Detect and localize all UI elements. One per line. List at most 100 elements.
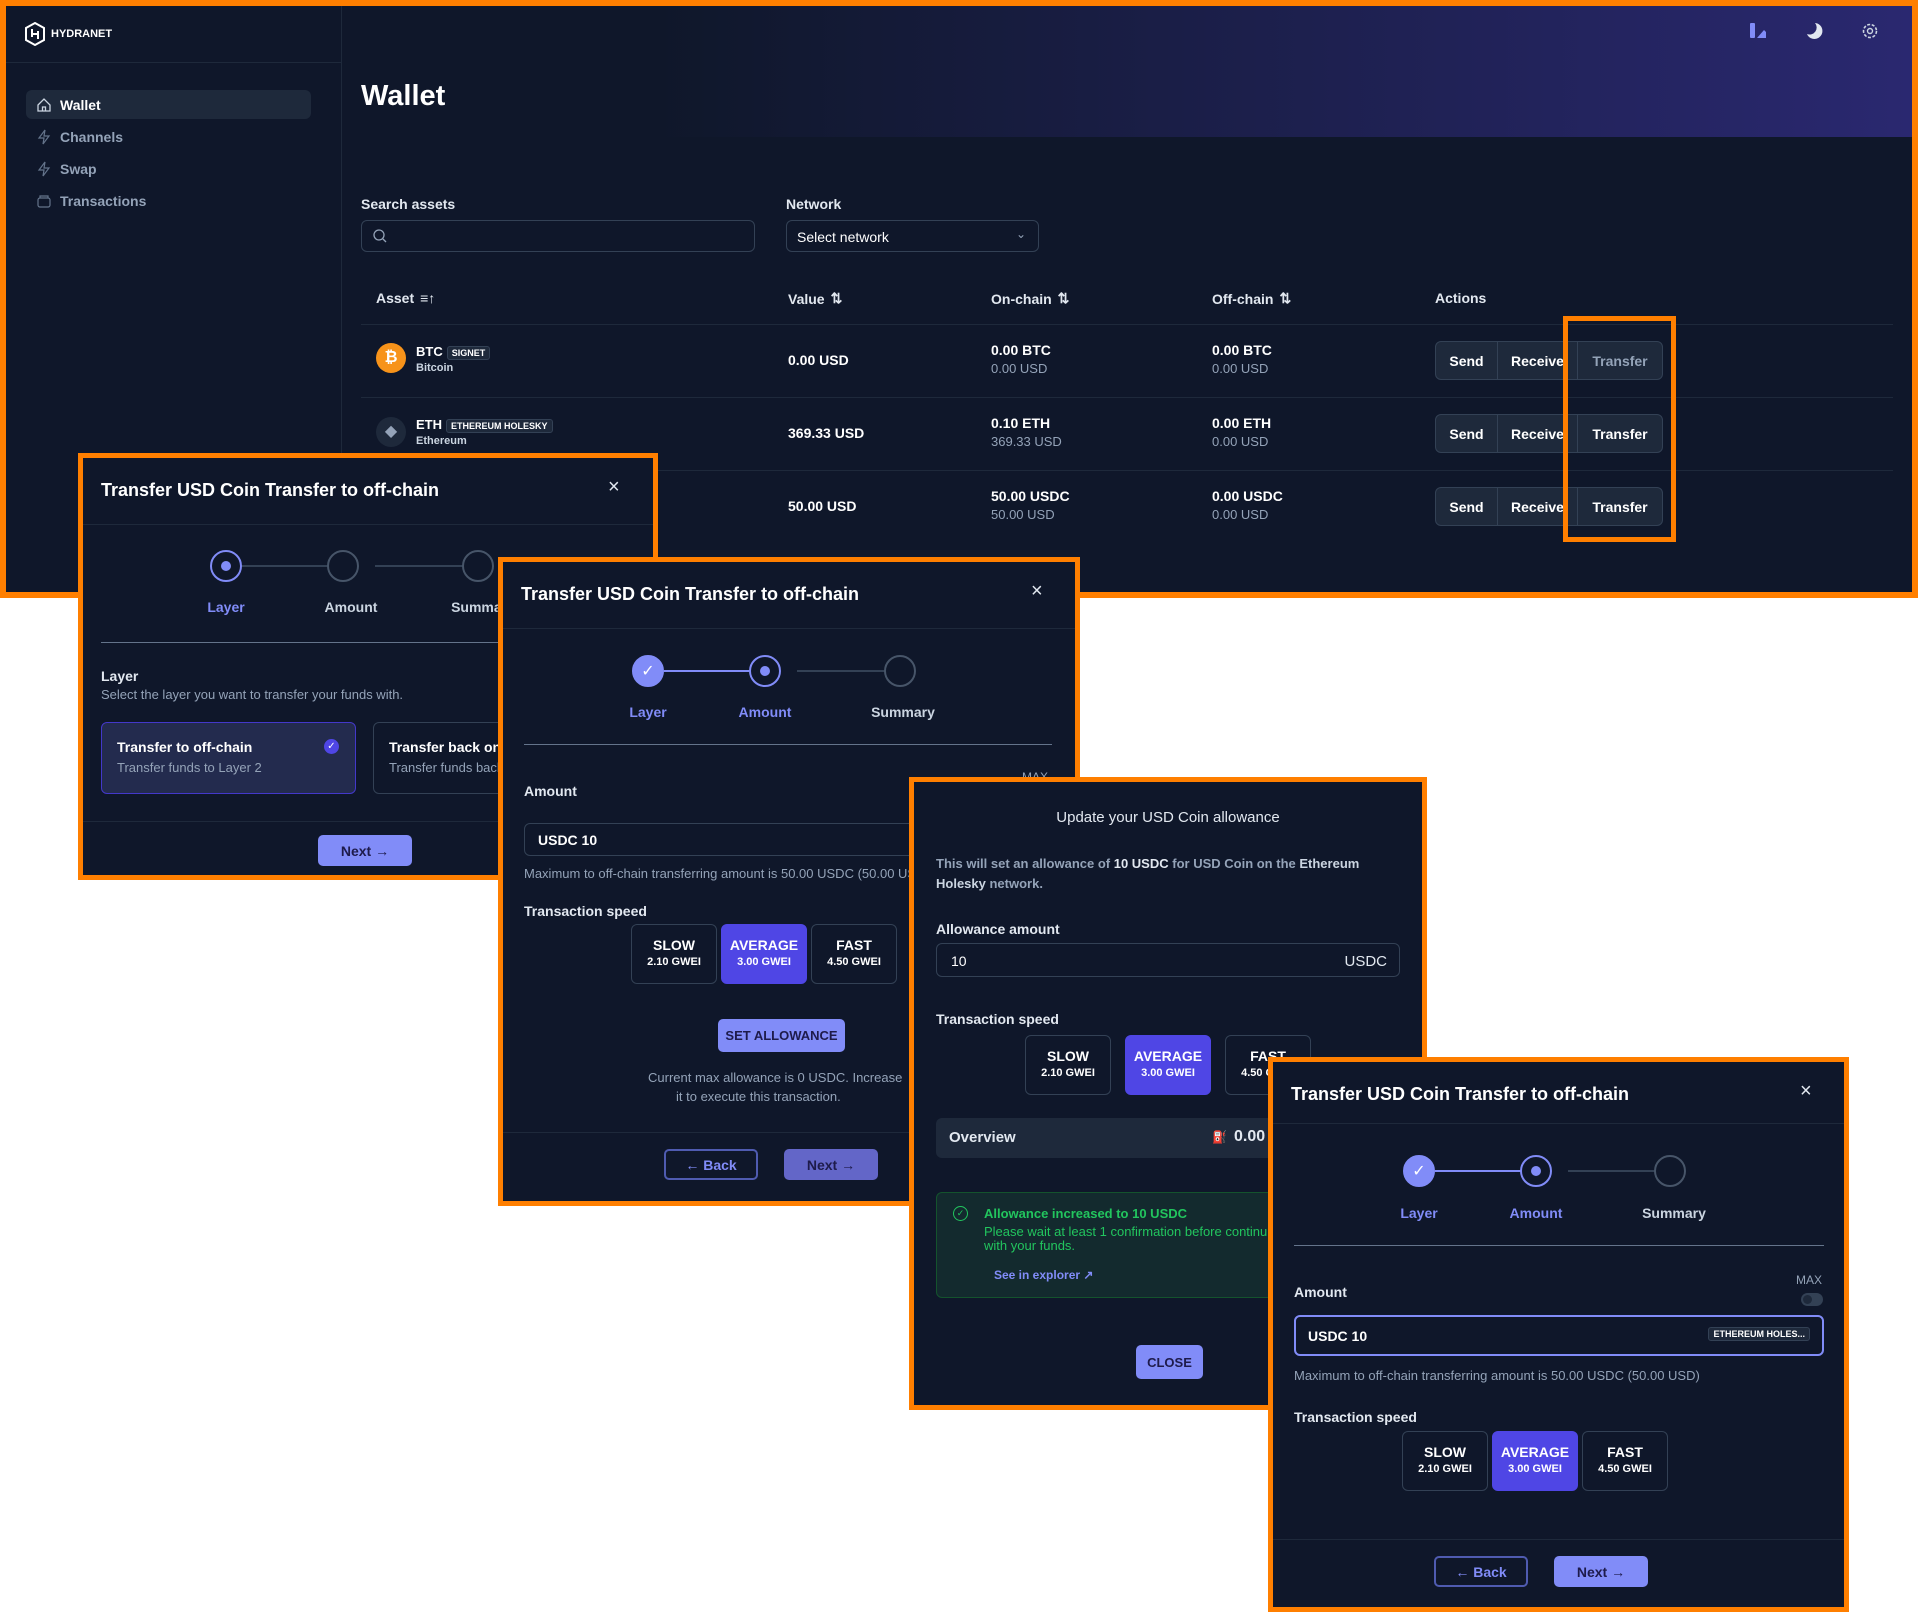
close-icon[interactable]: × xyxy=(608,476,620,499)
amount-label: Amount xyxy=(524,783,577,799)
column-value[interactable]: Value ⇅ xyxy=(788,290,842,307)
close-icon[interactable]: × xyxy=(1031,580,1043,603)
dialog-title: Update your USD Coin allowance xyxy=(1056,809,1280,826)
allowance-amount-input[interactable]: 10 USDC xyxy=(936,943,1400,977)
onchain-amount: 0.00 BTC xyxy=(991,342,1051,358)
sort-icon: ⇅ xyxy=(1279,290,1292,306)
gear-icon[interactable] xyxy=(1859,20,1881,42)
sidebar-item-transactions[interactable]: Transactions xyxy=(26,186,311,215)
sidebar-item-wallet[interactable]: Wallet xyxy=(26,90,311,119)
check-circle-icon: ✓ xyxy=(953,1206,968,1221)
dialog-title: Transfer USD Coin Transfer to off-chain xyxy=(101,480,440,500)
send-button[interactable]: Send xyxy=(1436,342,1498,379)
option-transfer-offchain[interactable]: Transfer to off-chain Transfer funds to … xyxy=(101,722,356,794)
sort-icon: ⇅ xyxy=(1057,290,1070,306)
send-button[interactable]: Send xyxy=(1436,488,1498,525)
speed-name: AVERAGE xyxy=(1500,1444,1570,1460)
next-button[interactable]: Next → xyxy=(784,1149,878,1180)
allowance-note: it to execute this transaction. xyxy=(676,1089,841,1104)
divider xyxy=(503,628,1075,629)
divider xyxy=(6,62,342,63)
column-label: Actions xyxy=(1435,290,1487,306)
speed-label: Transaction speed xyxy=(1294,1409,1417,1425)
speed-average-button[interactable]: AVERAGE 3.00 GWEI xyxy=(1492,1431,1578,1491)
close-button[interactable]: CLOSE xyxy=(1136,1345,1203,1379)
speed-slow-button[interactable]: SLOW 2.10 GWEI xyxy=(631,924,717,984)
send-button[interactable]: Send xyxy=(1436,415,1498,452)
allowance-value: 10 xyxy=(951,953,967,969)
speed-average-button[interactable]: AVERAGE 3.00 GWEI xyxy=(721,924,807,984)
moon-icon[interactable] xyxy=(1803,20,1825,42)
step-label-layer: Layer xyxy=(629,704,667,720)
column-onchain[interactable]: On-chain ⇅ xyxy=(991,290,1069,307)
desc-text: for USD Coin on the xyxy=(1168,856,1300,871)
step-label-summary: Summary xyxy=(871,704,935,720)
speed-slow-button[interactable]: SLOW 2.10 GWEI xyxy=(1025,1035,1111,1095)
amount-value: USDC 10 xyxy=(538,832,598,848)
network-badge: ETHEREUM HOLES... xyxy=(1708,1327,1810,1341)
network-select[interactable]: Select network ⌄ xyxy=(786,220,1039,252)
asset-symbol: ETH xyxy=(416,417,442,432)
max-toggle[interactable] xyxy=(1801,1293,1823,1306)
asset-value: 50.00 USD xyxy=(788,498,857,514)
success-text: Please wait at least 1 confirmation befo… xyxy=(984,1224,1285,1253)
column-offchain[interactable]: Off-chain ⇅ xyxy=(1212,290,1291,307)
step-label-amount: Amount xyxy=(738,704,792,720)
desc-text: This will set an allowance of xyxy=(936,856,1114,871)
sidebar-item-swap[interactable]: Swap xyxy=(26,154,311,183)
network-badge: ETHEREUM HOLESKY xyxy=(446,418,553,433)
next-button[interactable]: Next → xyxy=(1554,1556,1648,1587)
onchain-usd: 369.33 USD xyxy=(991,434,1062,449)
section-heading: Layer xyxy=(101,668,139,684)
close-icon[interactable]: × xyxy=(1800,1080,1812,1103)
speed-fee: 2.10 GWEI xyxy=(647,956,701,968)
network-label: Network xyxy=(786,196,842,212)
sort-asc-icon: ≡↑ xyxy=(420,290,436,306)
speed-name: SLOW xyxy=(1047,1048,1089,1064)
asset-name: Bitcoin xyxy=(416,361,454,374)
overview-label: Overview xyxy=(949,1129,1016,1146)
back-button[interactable]: ← Back xyxy=(664,1149,758,1180)
column-actions: Actions xyxy=(1435,290,1486,306)
step-label-amount: Amount xyxy=(1509,1205,1563,1221)
speed-slow-button[interactable]: SLOW 2.10 GWEI xyxy=(1402,1431,1488,1491)
column-asset[interactable]: Asset ≡↑ xyxy=(376,290,435,306)
speed-name: FAST xyxy=(1607,1444,1643,1460)
divider xyxy=(524,744,1052,745)
asset-symbol: BTC xyxy=(416,344,443,359)
speed-name: AVERAGE xyxy=(729,937,799,953)
chevron-down-icon: ⌄ xyxy=(1015,227,1026,241)
column-label: Asset xyxy=(376,290,415,306)
search-input[interactable] xyxy=(361,220,755,252)
step-label-summary: Summary xyxy=(1642,1205,1706,1221)
speed-average-button[interactable]: AVERAGE 3.00 GWEI xyxy=(1125,1035,1211,1095)
step-summary-indicator xyxy=(1654,1155,1686,1187)
back-button[interactable]: ← Back xyxy=(1434,1556,1528,1587)
lightning-icon xyxy=(37,161,51,176)
offchain-amount: 0.00 BTC xyxy=(1212,342,1272,358)
step-layer-check-icon: ✓ xyxy=(632,655,664,687)
amount-label: Amount xyxy=(1294,1284,1347,1300)
allowance-description: This will set an allowance of 10 USDC fo… xyxy=(936,854,1406,894)
speed-fee: 2.10 GWEI xyxy=(1418,1463,1472,1475)
bitcoin-icon: ₿ xyxy=(376,343,406,373)
network-badge: SIGNET xyxy=(446,345,491,360)
sidebar-item-channels[interactable]: Channels xyxy=(26,122,311,151)
ethereum-icon: ◆ xyxy=(376,417,406,447)
see-in-explorer-link[interactable]: See in explorer ↗ xyxy=(994,1268,1093,1282)
speed-fast-button[interactable]: FAST 4.50 GWEI xyxy=(811,924,897,984)
set-allowance-button[interactable]: SET ALLOWANCE xyxy=(718,1019,845,1052)
amount-input[interactable]: USDC 10 ETHEREUM HOLES... xyxy=(1294,1315,1824,1356)
speed-fee: 4.50 GWEI xyxy=(1598,1463,1652,1475)
sidebar-item-label: Swap xyxy=(60,160,97,177)
hydranet-logo-icon xyxy=(25,22,45,46)
speed-fee: 2.10 GWEI xyxy=(1041,1067,1095,1079)
check-icon: ✓ xyxy=(324,739,339,754)
speed-fast-button[interactable]: FAST 4.50 GWEI xyxy=(1582,1431,1668,1491)
next-button[interactable]: Next → xyxy=(318,835,412,866)
step-amount-indicator xyxy=(749,655,781,687)
transfer-dialog-amount-step-final: Transfer USD Coin Transfer to off-chain … xyxy=(1268,1057,1849,1612)
max-label: MAX xyxy=(1796,1273,1823,1287)
external-link-icon: ↗ xyxy=(1083,1268,1094,1282)
palette-icon[interactable] xyxy=(1747,20,1769,42)
